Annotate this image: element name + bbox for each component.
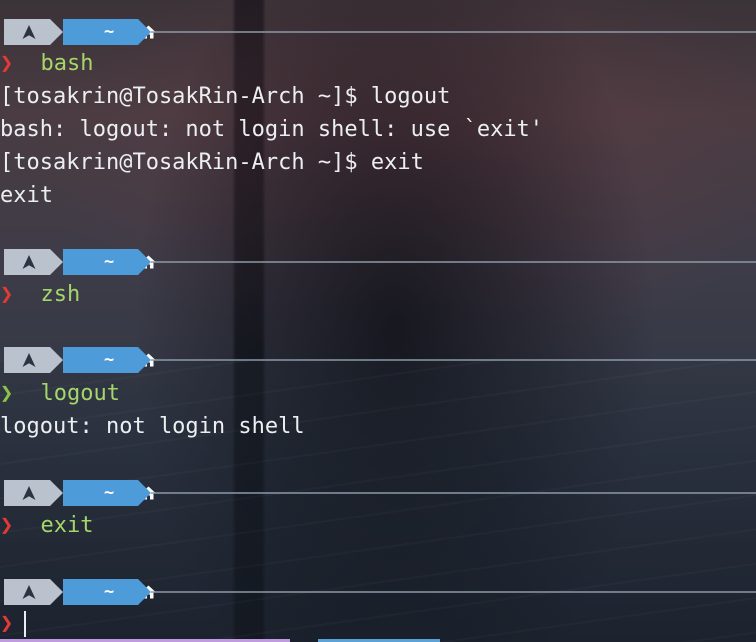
terminal-window[interactable]: ~ ❯ bash [tosakrin@TosakRin-Arch ~]$ log… bbox=[0, 0, 756, 642]
command-text: logout bbox=[40, 381, 120, 406]
dir-segment-arrow bbox=[138, 249, 151, 275]
dir-label: ~ bbox=[104, 582, 115, 602]
command-line: ❯ logout bbox=[0, 377, 120, 410]
command-line: ❯ exit bbox=[0, 509, 93, 542]
os-segment-arrow bbox=[50, 249, 63, 275]
arch-linux-icon bbox=[22, 585, 36, 599]
os-segment bbox=[4, 19, 50, 45]
dir-segment: ~ bbox=[63, 347, 156, 373]
dir-segment: ~ bbox=[63, 579, 156, 605]
prompt-bar: ~ bbox=[0, 577, 756, 607]
dir-label: ~ bbox=[104, 252, 115, 272]
dir-segment-arrow bbox=[138, 579, 151, 605]
prompt-bar: ~ bbox=[0, 345, 756, 375]
prompt-rule bbox=[151, 31, 756, 33]
command-line: ❯ zsh bbox=[0, 278, 80, 311]
output-line: [tosakrin@TosakRin-Arch ~]$ exit bbox=[0, 150, 424, 175]
dir-label: ~ bbox=[104, 350, 115, 370]
dir-segment-arrow bbox=[138, 347, 151, 373]
dir-segment: ~ bbox=[63, 480, 156, 506]
output-line: exit bbox=[0, 183, 53, 208]
arch-linux-icon bbox=[22, 255, 36, 269]
text-cursor bbox=[24, 611, 26, 637]
output-line: logout: not login shell bbox=[0, 414, 305, 439]
arch-linux-icon bbox=[22, 486, 36, 500]
prompt-chevron-icon: ❯ bbox=[0, 51, 14, 76]
prompt-rule bbox=[151, 591, 756, 593]
os-segment-arrow bbox=[50, 347, 63, 373]
os-segment bbox=[4, 579, 50, 605]
prompt-chevron-icon: ❯ bbox=[0, 381, 14, 406]
command-text: exit bbox=[40, 513, 94, 538]
prompt-bar: ~ bbox=[0, 17, 756, 47]
command-line[interactable]: ❯ bbox=[0, 607, 26, 640]
command-text: bash bbox=[40, 51, 94, 76]
os-segment bbox=[4, 480, 50, 506]
os-segment bbox=[4, 249, 50, 275]
dir-label: ~ bbox=[104, 22, 115, 42]
command-line: ❯ bash bbox=[0, 47, 93, 80]
command-text: zsh bbox=[40, 282, 81, 307]
prompt-bar: ~ bbox=[0, 478, 756, 508]
os-segment-arrow bbox=[50, 19, 63, 45]
dir-segment-arrow bbox=[138, 19, 151, 45]
os-segment bbox=[4, 347, 50, 373]
dir-segment: ~ bbox=[63, 249, 156, 275]
dir-segment: ~ bbox=[63, 19, 156, 45]
prompt-bar: ~ bbox=[0, 247, 756, 277]
os-segment-arrow bbox=[50, 480, 63, 506]
prompt-chevron-icon: ❯ bbox=[0, 282, 14, 307]
arch-linux-icon bbox=[22, 353, 36, 367]
prompt-chevron-icon: ❯ bbox=[0, 513, 14, 538]
output-line: [tosakrin@TosakRin-Arch ~]$ logout bbox=[0, 84, 451, 109]
prompt-rule bbox=[151, 359, 756, 361]
prompt-rule bbox=[151, 492, 756, 494]
os-segment-arrow bbox=[50, 579, 63, 605]
prompt-rule bbox=[151, 261, 756, 263]
arch-linux-icon bbox=[22, 25, 36, 39]
output-line: bash: logout: not login shell: use `exit… bbox=[0, 117, 544, 142]
prompt-chevron-icon: ❯ bbox=[0, 611, 14, 636]
dir-label: ~ bbox=[104, 483, 115, 503]
dir-segment-arrow bbox=[138, 480, 151, 506]
